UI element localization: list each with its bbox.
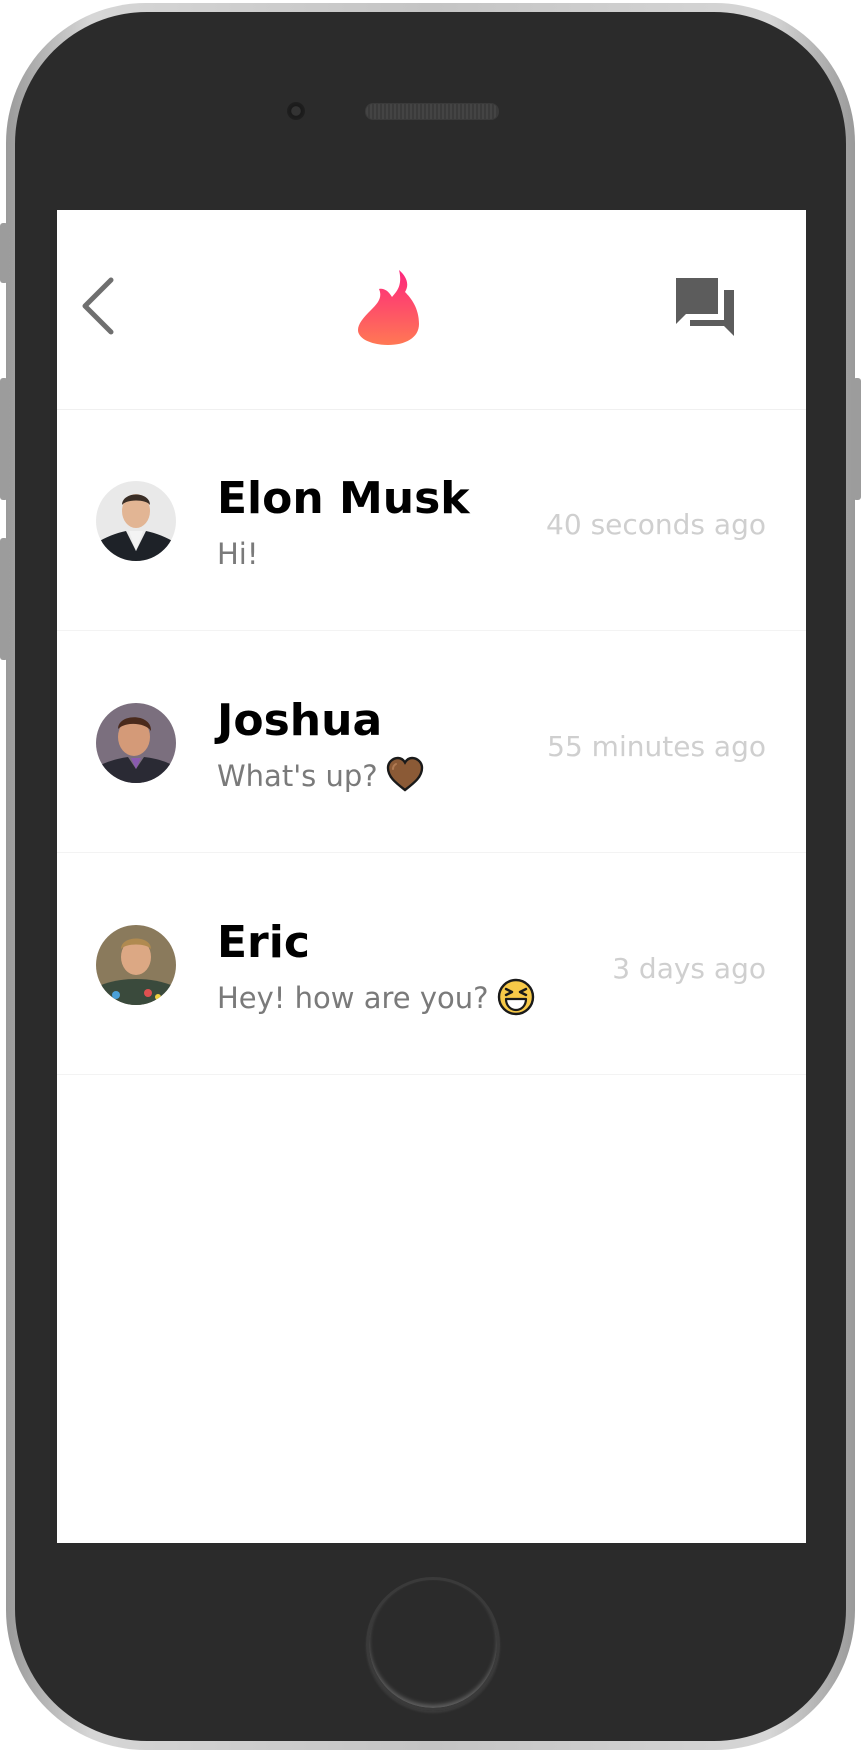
home-button[interactable] (366, 1577, 500, 1711)
chevron-left-icon[interactable] (77, 276, 119, 336)
message-text: Hi! (217, 537, 259, 571)
conversation-row[interactable]: Eric Hey! how are you? 3 days ago (57, 853, 806, 1075)
contact-name: Elon Musk (217, 473, 470, 524)
laughing-face-icon (497, 978, 535, 1016)
conversation-row[interactable]: Elon Musk Hi! 40 seconds ago (57, 409, 806, 631)
timestamp: 40 seconds ago (546, 508, 766, 541)
flame-icon[interactable] (355, 268, 421, 346)
contact-name: Eric (217, 917, 310, 968)
timestamp: 55 minutes ago (547, 730, 766, 763)
front-camera (287, 102, 305, 120)
power-button (853, 378, 861, 500)
silent-switch (0, 223, 8, 283)
message-preview: Hey! how are you? (217, 978, 535, 1019)
heart-brown-icon (386, 756, 424, 794)
avatar (96, 925, 176, 1005)
message-text: What's up? (217, 759, 378, 793)
conversation-row[interactable]: Joshua What's up? 55 minutes ago (57, 631, 806, 853)
message-text: Hey! how are you? (217, 981, 489, 1015)
volume-up-button (0, 378, 8, 500)
chat-bubbles-icon[interactable] (674, 276, 736, 338)
avatar (96, 481, 176, 561)
conversation-list: Elon Musk Hi! 40 seconds ago Joshua What… (57, 409, 806, 1075)
timestamp: 3 days ago (612, 952, 766, 985)
avatar (96, 703, 176, 783)
contact-name: Joshua (217, 695, 383, 746)
message-preview: What's up? (217, 756, 424, 797)
top-bar (57, 210, 806, 410)
message-preview: Hi! (217, 536, 259, 572)
app-screen: Elon Musk Hi! 40 seconds ago Joshua What… (57, 210, 806, 1543)
volume-down-button (0, 538, 8, 660)
earpiece-speaker (365, 103, 499, 120)
